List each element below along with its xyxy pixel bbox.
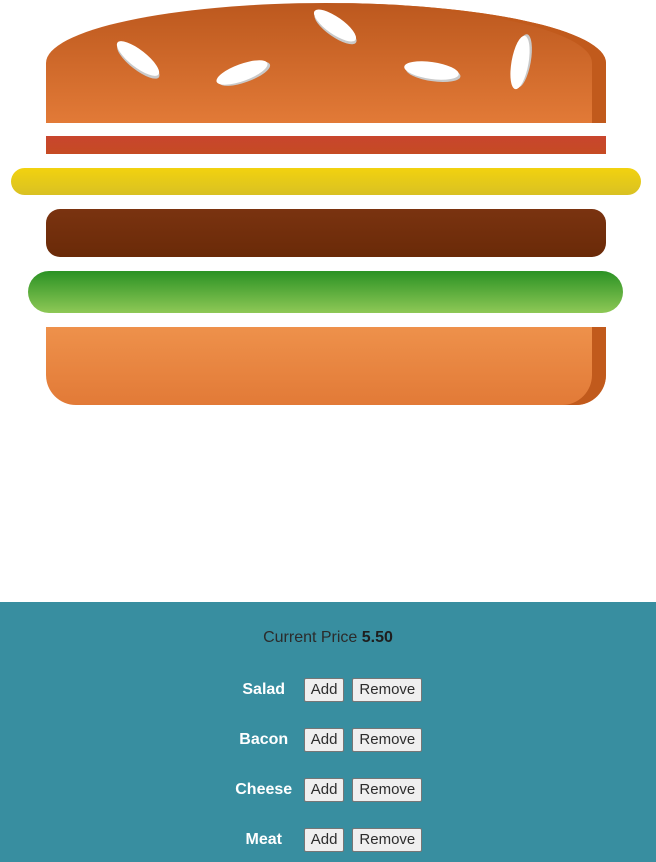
build-control-salad: Salad Add Remove — [0, 678, 656, 702]
current-price: Current Price 5.50 — [0, 629, 656, 647]
add-bacon-button[interactable]: Add — [303, 728, 345, 752]
sesame-seed — [213, 55, 271, 90]
ingredient-label: Cheese — [235, 781, 293, 798]
remove-salad-button[interactable]: Remove — [352, 678, 423, 702]
bread-bottom — [46, 327, 606, 405]
remove-meat-button[interactable]: Remove — [352, 828, 423, 852]
meat-layer — [46, 209, 606, 257]
build-control-bacon: Bacon Add Remove — [0, 728, 656, 752]
price-label: Current Price — [263, 629, 358, 646]
bread-top — [46, 3, 606, 123]
cheese-layer — [11, 168, 641, 195]
ingredient-label: Meat — [245, 831, 282, 848]
add-salad-button[interactable]: Add — [303, 678, 345, 702]
build-controls: Current Price 5.50 Salad Add Remove Baco… — [0, 602, 656, 862]
sesame-seed — [309, 4, 361, 47]
build-control-cheese: Cheese Add Remove — [0, 778, 656, 802]
price-value: 5.50 — [361, 629, 393, 646]
burger-preview — [0, 0, 656, 602]
remove-cheese-button[interactable]: Remove — [352, 778, 423, 802]
bacon-layer — [46, 136, 606, 154]
ingredient-label: Salad — [242, 681, 286, 698]
remove-bacon-button[interactable]: Remove — [352, 728, 423, 752]
sesame-seed — [403, 58, 460, 83]
build-control-meat: Meat Add Remove — [0, 828, 656, 852]
add-meat-button[interactable]: Add — [303, 828, 345, 852]
salad-layer — [28, 271, 623, 313]
sesame-seed — [506, 34, 534, 91]
add-cheese-button[interactable]: Add — [303, 778, 345, 802]
ingredient-label: Bacon — [239, 731, 289, 748]
sesame-seed — [112, 35, 164, 82]
